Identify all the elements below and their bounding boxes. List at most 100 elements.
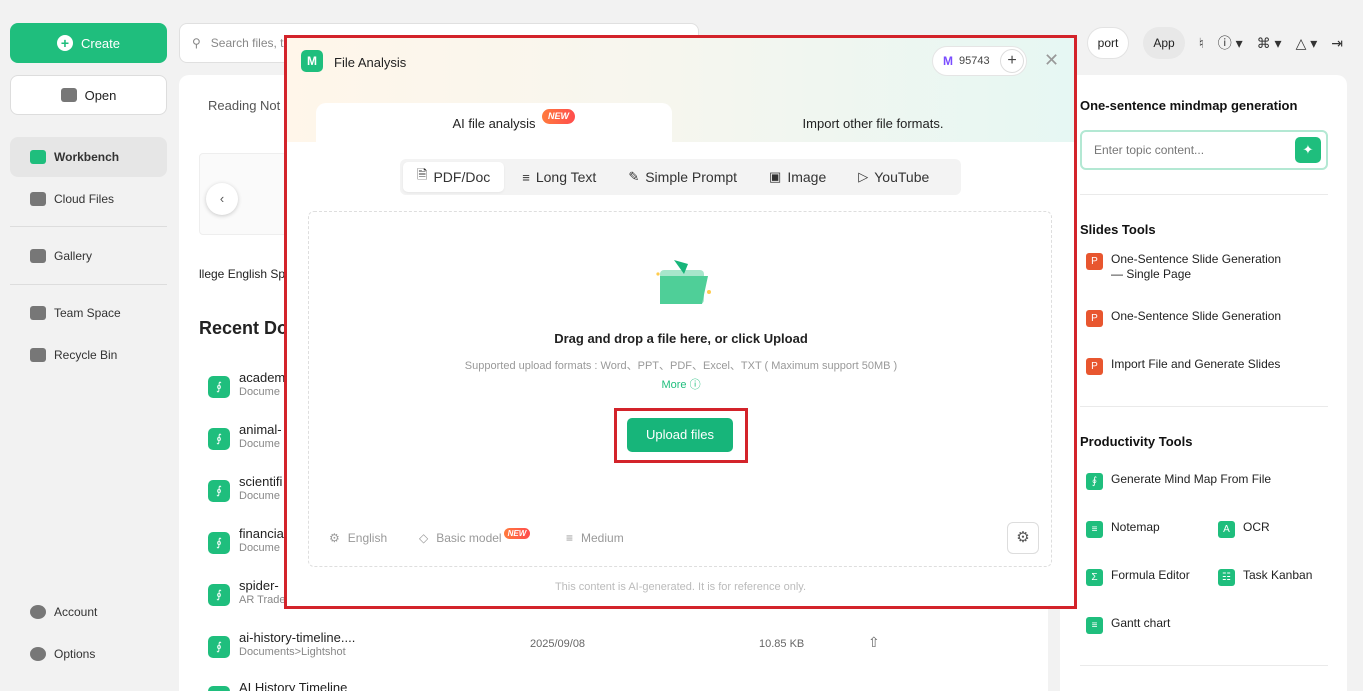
more-link[interactable]: More ⓘ bbox=[309, 376, 1053, 392]
sidebar-item-options[interactable]: Options bbox=[10, 634, 167, 674]
question-icon: ⓘ bbox=[689, 379, 701, 391]
new-badge: NEW bbox=[542, 109, 575, 124]
tool-formula-editor[interactable]: Σ Formula Editor bbox=[1086, 568, 1206, 586]
subtab-youtube[interactable]: ▷ YouTube bbox=[844, 162, 943, 192]
length-select[interactable]: ≡ Medium bbox=[566, 531, 624, 545]
mindmap-generation-title: One-sentence mindmap generation bbox=[1080, 98, 1298, 113]
tab-reading-notes[interactable]: Reading Not bbox=[208, 98, 280, 113]
tool-gantt-chart[interactable]: ≡ Gantt chart bbox=[1086, 616, 1296, 634]
tool-import-generate-slides[interactable]: P Import File and Generate Slides bbox=[1086, 357, 1296, 375]
topic-input[interactable]: Enter topic content... ✦ bbox=[1080, 130, 1328, 170]
help-icon[interactable]: ⓘ ▾ bbox=[1218, 33, 1243, 53]
translate-icon: ⚙ bbox=[329, 531, 340, 545]
file-drop-zone[interactable]: Drag and drop a file here, or click Uplo… bbox=[308, 211, 1052, 567]
sidebar-item-label: Cloud Files bbox=[54, 192, 115, 206]
gallery-icon bbox=[30, 249, 46, 263]
doc-path: Docume bbox=[239, 542, 280, 554]
tab-label: AI file analysis bbox=[452, 116, 536, 131]
tool-label: OCR bbox=[1243, 520, 1270, 534]
model-select[interactable]: ◇ Basic model NEW bbox=[419, 527, 536, 545]
sidebar-item-label: Team Space bbox=[54, 306, 121, 320]
tool-task-kanban[interactable]: ☷ Task Kanban bbox=[1218, 568, 1338, 586]
subtab-label: YouTube bbox=[874, 169, 930, 185]
folder-upload-icon bbox=[656, 260, 711, 304]
tool-slide-single-page[interactable]: P One-Sentence Slide Generation — Single… bbox=[1086, 252, 1296, 282]
source-type-tabs: 🗎 PDF/Doc ≡ Long Text ✎ Simple Prompt ▣ … bbox=[400, 159, 961, 195]
sidebar-item-label: Recycle Bin bbox=[54, 348, 118, 362]
productivity-tools-title: Productivity Tools bbox=[1080, 434, 1193, 449]
upload-files-button[interactable]: Upload files bbox=[627, 418, 733, 452]
sidebar-item-workbench[interactable]: Workbench bbox=[10, 137, 167, 177]
table-row[interactable]: ∮ AI History Timeline bbox=[208, 680, 1028, 691]
file-analysis-dialog: M File Analysis M 95743 + ✕ AI file anal… bbox=[287, 38, 1074, 606]
divider bbox=[1080, 406, 1328, 407]
sigma-icon: Σ bbox=[1086, 569, 1103, 586]
create-button[interactable]: + Create bbox=[10, 23, 167, 63]
supported-formats: Supported upload formats : Word、PPT、PDF、… bbox=[464, 360, 898, 372]
ocr-icon: A bbox=[1218, 521, 1235, 538]
tool-notemap[interactable]: ≡ Notemap bbox=[1086, 520, 1206, 538]
tab-ai-file-analysis[interactable]: AI file analysis NEW bbox=[316, 103, 672, 142]
notemap-icon: ≡ bbox=[1086, 521, 1103, 538]
new-badge: NEW bbox=[503, 527, 531, 539]
trash-icon bbox=[30, 348, 46, 362]
sidebar-item-recycle-bin[interactable]: Recycle Bin bbox=[10, 335, 167, 375]
tool-label: One-Sentence Slide Generation — Single P… bbox=[1111, 252, 1282, 281]
tool-slide-generation[interactable]: P One-Sentence Slide Generation bbox=[1086, 309, 1296, 327]
thumbnail-caption: llege English Sp bbox=[199, 267, 286, 281]
slides-tools-title: Slides Tools bbox=[1080, 222, 1156, 237]
mindmap-file-icon: ∮ bbox=[208, 584, 230, 606]
cloud-upload-icon[interactable]: ⇧ bbox=[868, 634, 880, 651]
doc-name: spider- bbox=[239, 578, 279, 593]
tab-label: Import other file formats. bbox=[802, 116, 944, 131]
credits-badge[interactable]: M 95743 + bbox=[932, 46, 1027, 76]
subtab-long-text[interactable]: ≡ Long Text bbox=[508, 162, 610, 192]
gantt-icon: ≡ bbox=[1086, 617, 1103, 634]
doc-name: financia bbox=[239, 526, 284, 541]
doc-path: Docume bbox=[239, 490, 280, 502]
sidebar-item-account[interactable]: Account bbox=[10, 592, 167, 632]
language-select[interactable]: ⚙ English bbox=[329, 531, 387, 545]
tool-ocr[interactable]: A OCR bbox=[1218, 520, 1328, 538]
drop-title: Drag and drop a file here, or click Uplo… bbox=[554, 331, 808, 346]
sidebar-item-label: Options bbox=[54, 647, 96, 661]
shirt-icon[interactable]: △ ▾ bbox=[1296, 35, 1318, 52]
team-icon bbox=[30, 306, 46, 320]
sidebar: + Create Open Workbench Cloud Files Gall… bbox=[0, 0, 178, 691]
table-row[interactable]: ∮ ai-history-timeline.... Documents>Ligh… bbox=[208, 630, 1028, 670]
tab-import-other-formats[interactable]: Import other file formats. bbox=[672, 103, 1074, 142]
settings-gear-icon[interactable]: ⚙ bbox=[1007, 522, 1039, 554]
open-button[interactable]: Open bbox=[10, 75, 167, 115]
app-button[interactable]: App bbox=[1143, 27, 1185, 59]
divider bbox=[1080, 194, 1328, 195]
mindmap-file-icon: ∮ bbox=[208, 480, 230, 502]
mindmap-icon: ∮ bbox=[1086, 473, 1103, 490]
sidebar-item-cloud-files[interactable]: Cloud Files bbox=[10, 179, 167, 219]
doc-name: animal- bbox=[239, 422, 282, 437]
import-button[interactable]: port bbox=[1086, 27, 1130, 59]
apps-grid-icon[interactable]: ⌘ ▾ bbox=[1257, 35, 1282, 52]
chevron-left-icon[interactable]: ‹ bbox=[206, 183, 238, 215]
tool-mindmap-from-file[interactable]: ∮ Generate Mind Map From File bbox=[1086, 472, 1296, 490]
doc-name: academ bbox=[239, 370, 286, 385]
kanban-icon: ☷ bbox=[1218, 569, 1235, 586]
language-label: English bbox=[347, 531, 388, 545]
subtab-pdf-doc[interactable]: 🗎 PDF/Doc bbox=[403, 162, 505, 192]
credits-icon: M bbox=[943, 54, 953, 68]
bell-icon[interactable]: ♮ bbox=[1199, 35, 1204, 52]
recent-documents-title: Recent Do bbox=[199, 318, 289, 338]
plus-icon[interactable]: + bbox=[1000, 49, 1024, 73]
search-icon: ⚲ bbox=[192, 36, 201, 50]
collapse-panel-icon[interactable]: ⇥ bbox=[1331, 35, 1343, 52]
sidebar-item-gallery[interactable]: Gallery bbox=[10, 236, 167, 276]
close-icon[interactable]: ✕ bbox=[1044, 50, 1059, 71]
sidebar-item-team-space[interactable]: Team Space bbox=[10, 293, 167, 333]
top-toolbar: port App ♮ ⓘ ▾ ⌘ ▾ △ ▾ ⇥ bbox=[1086, 27, 1343, 59]
sparkle-icon[interactable]: ✦ bbox=[1295, 137, 1321, 163]
sidebar-item-label: Account bbox=[54, 605, 98, 619]
slides-icon: P bbox=[1086, 310, 1103, 327]
subtab-simple-prompt[interactable]: ✎ Simple Prompt bbox=[614, 162, 751, 192]
subtab-image[interactable]: ▣ Image bbox=[755, 162, 840, 192]
doc-name: AI History Timeline bbox=[239, 680, 348, 691]
import-label: port bbox=[1097, 36, 1119, 50]
